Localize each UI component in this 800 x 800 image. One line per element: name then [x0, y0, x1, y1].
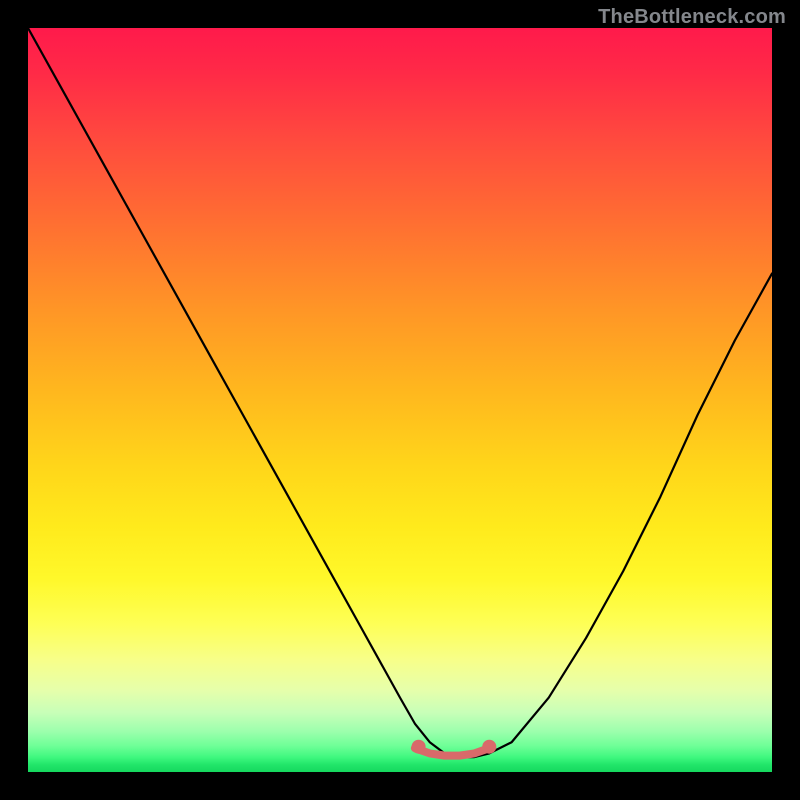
chart-frame: TheBottleneck.com — [0, 0, 800, 800]
bottom-segment — [415, 748, 489, 755]
watermark-text: TheBottleneck.com — [598, 6, 786, 29]
plot-area — [28, 28, 772, 772]
marker-dot-left — [412, 740, 426, 754]
main-curve — [28, 28, 772, 757]
marker-dot-right — [482, 740, 496, 754]
chart-svg — [28, 28, 772, 772]
